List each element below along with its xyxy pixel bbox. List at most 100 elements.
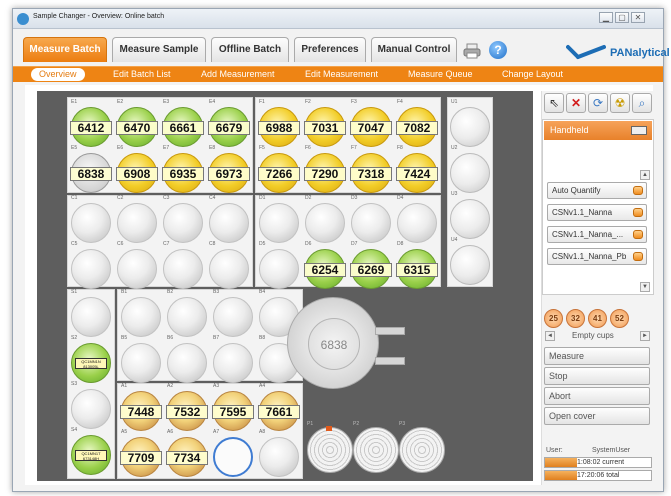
position-S1[interactable] xyxy=(71,297,111,337)
sample-position-D7[interactable]: 6269 xyxy=(350,249,392,289)
sample-position-D3[interactable] xyxy=(351,203,391,243)
empty-cup-41[interactable]: 41 xyxy=(588,309,607,328)
abort-button[interactable]: Abort xyxy=(544,387,650,405)
empty-cup-25[interactable]: 25 xyxy=(544,309,563,328)
sample-position-E8[interactable]: 6973 xyxy=(208,153,250,193)
empty-cup-52[interactable]: 52 xyxy=(610,309,629,328)
subnav-add-measurement[interactable]: Add Measurement xyxy=(201,68,275,81)
help-icon[interactable]: ? xyxy=(489,41,507,59)
method-item[interactable]: CSNv1.1_Nanna xyxy=(547,204,647,221)
position-U3[interactable] xyxy=(450,199,490,239)
sample-position-E6[interactable]: 6908 xyxy=(116,153,158,193)
sample-position-E3[interactable]: 6661 xyxy=(162,107,204,147)
handheld-header[interactable]: Handheld xyxy=(544,121,652,140)
position-U4[interactable] xyxy=(450,245,490,285)
stop-button[interactable]: Stop xyxy=(544,367,650,385)
sample-position-F1[interactable]: 6988 xyxy=(258,107,300,147)
sample-position-C3[interactable] xyxy=(163,203,203,243)
search-icon[interactable]: ⌕ xyxy=(632,93,652,113)
sample-position-B3[interactable] xyxy=(213,297,253,337)
tab-preferences[interactable]: Preferences xyxy=(294,37,366,62)
sample-position-A4[interactable]: 7661 xyxy=(258,391,300,431)
empty-cups-next-button[interactable]: ► xyxy=(640,331,650,341)
radiation-icon[interactable]: ☢ xyxy=(610,93,630,113)
sample-number: 7595 xyxy=(212,405,254,419)
tab-manual-control[interactable]: Manual Control xyxy=(371,37,457,62)
position-label: E8 xyxy=(209,145,216,151)
sample-position-F8[interactable]: 7424 xyxy=(396,153,438,193)
empty-cups-prev-button[interactable]: ◄ xyxy=(545,331,555,341)
close-button[interactable]: ✕ xyxy=(631,12,645,23)
sample-position-C2[interactable] xyxy=(117,203,157,243)
subnav-measure-queue[interactable]: Measure Queue xyxy=(408,68,473,81)
label-P1: P1 xyxy=(307,421,314,427)
sample-position-A1[interactable]: 7448 xyxy=(120,391,162,431)
sample-position-C8[interactable] xyxy=(209,249,249,289)
position-P3[interactable] xyxy=(399,427,445,473)
position-P1[interactable] xyxy=(307,426,353,473)
empty-cup-32[interactable]: 32 xyxy=(566,309,585,328)
sample-position-E7[interactable]: 6935 xyxy=(162,153,204,193)
sample-position-B5[interactable] xyxy=(121,343,161,383)
sample-position-F4[interactable]: 7082 xyxy=(396,107,438,147)
sample-position-D5[interactable] xyxy=(259,249,299,289)
sample-position-D8[interactable]: 6315 xyxy=(396,249,438,289)
sample-position-D6[interactable]: 6254 xyxy=(304,249,346,289)
method-item[interactable]: CSNv1.1_Nanna_Pb xyxy=(547,248,647,265)
delete-icon[interactable]: ✕ xyxy=(566,93,586,113)
method-item[interactable]: CSNv1.1_Nanna_... xyxy=(547,226,647,243)
sample-position-A5[interactable]: 7709 xyxy=(120,437,162,477)
printer-icon[interactable] xyxy=(463,43,481,59)
sample-position-F5[interactable]: 7266 xyxy=(258,153,300,193)
tab-measure-sample[interactable]: Measure Sample xyxy=(112,37,206,62)
sample-position-D4[interactable] xyxy=(397,203,437,243)
sample-position-C4[interactable] xyxy=(209,203,249,243)
sample-position-F6[interactable]: 7290 xyxy=(304,153,346,193)
position-P2[interactable] xyxy=(353,427,399,473)
position-label: S2 xyxy=(71,335,78,341)
maximize-button[interactable]: ▢ xyxy=(615,12,629,23)
sample-position-F3[interactable]: 7047 xyxy=(350,107,392,147)
position-label: A5 xyxy=(121,429,128,435)
list-scroll-up-button[interactable]: ▲ xyxy=(640,170,650,180)
method-item[interactable]: Auto Quantify xyxy=(547,182,647,199)
open-cover-button[interactable]: Open cover xyxy=(544,407,650,425)
sample-position-A2[interactable]: 7532 xyxy=(166,391,208,431)
subnav-change-layout[interactable]: Change Layout xyxy=(502,68,563,81)
tab-offline-batch[interactable]: Offline Batch xyxy=(211,37,289,62)
sample-position-B6[interactable] xyxy=(167,343,207,383)
subnav-edit-measurement[interactable]: Edit Measurement xyxy=(305,68,378,81)
pointer-icon[interactable]: ⇖ xyxy=(544,93,564,113)
position-S4[interactable]: QC1MN1T 673148H xyxy=(71,435,111,475)
position-S3[interactable] xyxy=(71,389,111,429)
sample-position-F2[interactable]: 7031 xyxy=(304,107,346,147)
sample-position-E4[interactable]: 6679 xyxy=(208,107,250,147)
sample-position-D2[interactable] xyxy=(305,203,345,243)
sample-position-C7[interactable] xyxy=(163,249,203,289)
subnav-overview[interactable]: Overview xyxy=(31,68,85,81)
sample-position-B2[interactable] xyxy=(167,297,207,337)
sample-position-B1[interactable] xyxy=(121,297,161,337)
sample-position-E2[interactable]: 6470 xyxy=(116,107,158,147)
subnav-edit-batch-list[interactable]: Edit Batch List xyxy=(113,68,171,81)
position-S2[interactable]: QC1MN1N 813005L xyxy=(71,343,111,383)
measure-button[interactable]: Measure xyxy=(544,347,650,365)
sample-position-C1[interactable] xyxy=(71,203,111,243)
sample-position-B7[interactable] xyxy=(213,343,253,383)
position-U1[interactable] xyxy=(450,107,490,147)
sample-position-D1[interactable] xyxy=(259,203,299,243)
sample-position-E1[interactable]: 6412 xyxy=(70,107,112,147)
tab-measure-batch[interactable]: Measure Batch xyxy=(23,37,107,62)
list-scroll-down-button[interactable]: ▼ xyxy=(640,282,650,292)
refresh-icon[interactable]: ⟳ xyxy=(588,93,608,113)
sample-position-A7[interactable] xyxy=(213,437,253,477)
position-U2[interactable] xyxy=(450,153,490,193)
sample-position-C6[interactable] xyxy=(117,249,157,289)
sample-position-A3[interactable]: 7595 xyxy=(212,391,254,431)
sample-position-F7[interactable]: 7318 xyxy=(350,153,392,193)
sample-position-A6[interactable]: 7734 xyxy=(166,437,208,477)
minimize-button[interactable]: ▁ xyxy=(599,12,613,23)
sample-position-C5[interactable] xyxy=(71,249,111,289)
sample-position-E5[interactable]: 6838 xyxy=(70,153,112,193)
sample-position-A8[interactable] xyxy=(259,437,299,477)
